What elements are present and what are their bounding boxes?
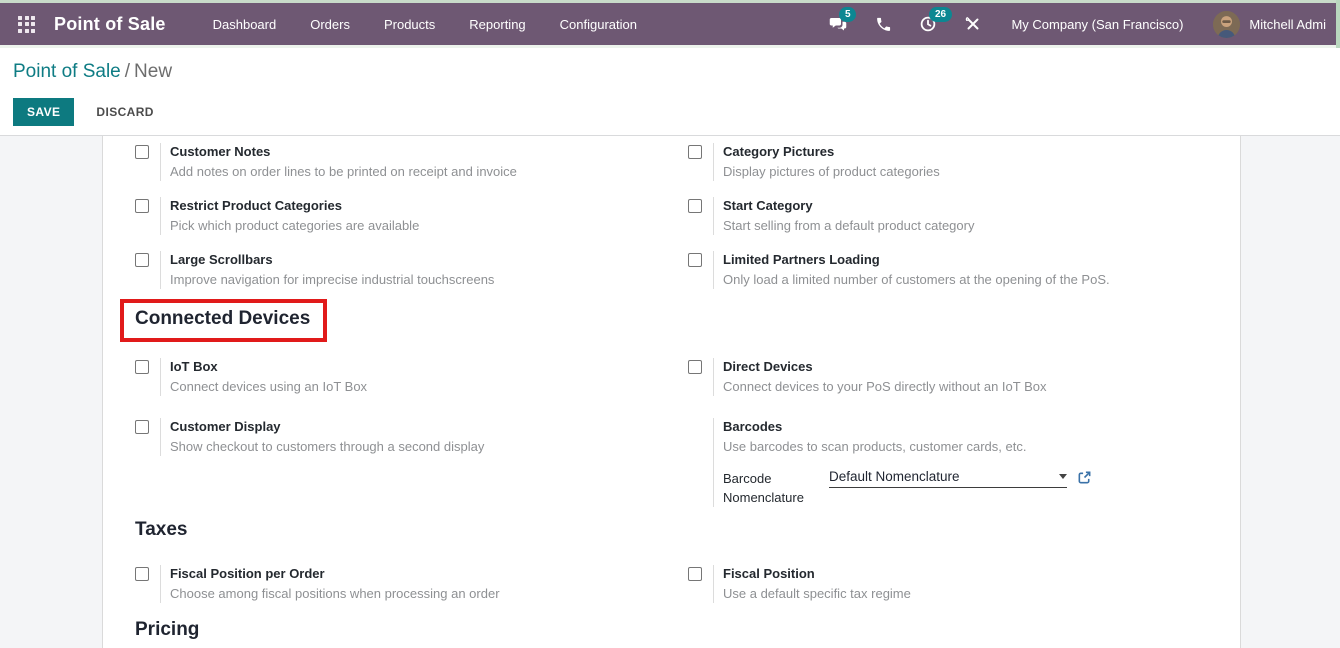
- barcode-nomenclature-select[interactable]: Default Nomenclature: [829, 469, 1067, 488]
- setting-restrict-product-categories: Restrict Product Categories Pick which p…: [135, 197, 688, 241]
- menu-reporting[interactable]: Reporting: [452, 5, 542, 44]
- limited-partners-loading-checkbox[interactable]: [688, 253, 702, 267]
- setting-large-scrollbars: Large Scrollbars Improve navigation for …: [135, 251, 688, 295]
- setting-customer-notes: Customer Notes Add notes on order lines …: [135, 143, 688, 187]
- start-category-checkbox[interactable]: [688, 199, 702, 213]
- setting-label: Limited Partners Loading: [723, 251, 1110, 269]
- setting-limited-partners-loading: Limited Partners Loading Only load a lim…: [688, 251, 1208, 295]
- apps-menu-icon[interactable]: [18, 16, 35, 33]
- menu-products[interactable]: Products: [367, 5, 452, 44]
- setting-description: Show checkout to customers through a sec…: [170, 437, 484, 456]
- setting-label: Start Category: [723, 197, 974, 215]
- setting-description: Only load a limited number of customers …: [723, 270, 1110, 289]
- tools-icon[interactable]: [963, 14, 983, 34]
- main-menu: Dashboard Orders Products Reporting Conf…: [196, 5, 654, 44]
- breadcrumb-current: New: [134, 61, 172, 82]
- setting-description: Display pictures of product categories: [723, 162, 940, 181]
- app-brand-title[interactable]: Point of Sale: [54, 14, 166, 35]
- breadcrumb: Point of Sale/New: [13, 61, 1327, 83]
- messages-count-badge: 5: [839, 7, 856, 22]
- setting-direct-devices: Direct Devices Connect devices to your P…: [688, 358, 1208, 402]
- user-name: Mitchell Admi: [1249, 17, 1326, 32]
- setting-category-pictures: Category Pictures Display pictures of pr…: [688, 143, 1208, 187]
- settings-row: IoT Box Connect devices using an IoT Box…: [135, 358, 1240, 402]
- restrict-product-categories-checkbox[interactable]: [135, 199, 149, 213]
- activity-clock-icon[interactable]: 26: [918, 14, 938, 34]
- setting-fiscal-position: Fiscal Position Use a default specific t…: [688, 565, 1208, 609]
- setting-barcodes: Barcodes Use barcodes to scan products, …: [688, 418, 1208, 507]
- messages-icon[interactable]: 5: [828, 14, 848, 34]
- section-heading-taxes: Taxes: [135, 519, 1240, 541]
- direct-devices-checkbox[interactable]: [688, 360, 702, 374]
- discard-button[interactable]: DISCARD: [82, 98, 167, 126]
- setting-description: Use a default specific tax regime: [723, 584, 911, 603]
- odoo-pos-settings-window: Point of Sale Dashboard Orders Products …: [0, 0, 1340, 648]
- systray: 5 26 My Company (: [803, 11, 1326, 38]
- setting-customer-display: Customer Display Show checkout to custom…: [135, 418, 688, 507]
- customer-display-checkbox[interactable]: [135, 420, 149, 434]
- setting-description: Pick which product categories are availa…: [170, 216, 419, 235]
- setting-start-category: Start Category Start selling from a defa…: [688, 197, 1208, 241]
- setting-label: Customer Notes: [170, 143, 517, 161]
- setting-iot-box: IoT Box Connect devices using an IoT Box: [135, 358, 688, 402]
- field-label: Barcode Nomenclature: [723, 469, 829, 507]
- setting-label: Barcodes: [723, 418, 1092, 436]
- setting-description: Add notes on order lines to be printed o…: [170, 162, 517, 181]
- setting-description: Choose among fiscal positions when proce…: [170, 584, 500, 603]
- setting-description: Use barcodes to scan products, customer …: [723, 437, 1092, 456]
- setting-fiscal-position-per-order: Fiscal Position per Order Choose among f…: [135, 565, 688, 609]
- settings-row: Customer Display Show checkout to custom…: [135, 418, 1240, 507]
- control-panel: Point of Sale/New SAVE DISCARD: [0, 48, 1340, 136]
- fiscal-position-per-order-checkbox[interactable]: [135, 567, 149, 581]
- customer-notes-checkbox[interactable]: [135, 145, 149, 159]
- company-switcher[interactable]: My Company (San Francisco): [1011, 17, 1183, 32]
- user-menu[interactable]: Mitchell Admi: [1213, 11, 1326, 38]
- activity-count-badge: 26: [929, 7, 951, 22]
- setting-description: Connect devices using an IoT Box: [170, 377, 367, 396]
- settings-row: Customer Notes Add notes on order lines …: [135, 143, 1240, 187]
- section-heading-connected-devices: Connected Devices: [135, 308, 310, 330]
- chevron-down-icon: [1059, 474, 1067, 479]
- setting-description: Improve navigation for imprecise industr…: [170, 270, 494, 289]
- breadcrumb-parent-link[interactable]: Point of Sale: [13, 61, 121, 82]
- setting-label: Customer Display: [170, 418, 484, 436]
- settings-row: Fiscal Position per Order Choose among f…: [135, 565, 1240, 609]
- setting-label: IoT Box: [170, 358, 367, 376]
- top-navbar: Point of Sale Dashboard Orders Products …: [0, 3, 1340, 45]
- breadcrumb-separator: /: [121, 61, 134, 82]
- settings-row: Large Scrollbars Improve navigation for …: [135, 251, 1240, 295]
- content-area: Customer Notes Add notes on order lines …: [0, 136, 1340, 648]
- setting-description: Connect devices to your PoS directly wit…: [723, 377, 1046, 396]
- field-value: Default Nomenclature: [829, 469, 1053, 484]
- setting-label: Fiscal Position: [723, 565, 911, 583]
- section-heading-pricing: Pricing: [135, 619, 1240, 641]
- fiscal-position-checkbox[interactable]: [688, 567, 702, 581]
- setting-label: Fiscal Position per Order: [170, 565, 500, 583]
- annotation-highlight-box: Connected Devices: [120, 299, 327, 342]
- category-pictures-checkbox[interactable]: [688, 145, 702, 159]
- setting-label: Large Scrollbars: [170, 251, 494, 269]
- setting-label: Category Pictures: [723, 143, 940, 161]
- save-button[interactable]: SAVE: [13, 98, 74, 126]
- settings-row: Restrict Product Categories Pick which p…: [135, 197, 1240, 241]
- barcode-nomenclature-field: Barcode Nomenclature Default Nomenclatur…: [723, 469, 1092, 507]
- iot-box-checkbox[interactable]: [135, 360, 149, 374]
- setting-label: Direct Devices: [723, 358, 1046, 376]
- external-link-icon[interactable]: [1077, 470, 1092, 490]
- large-scrollbars-checkbox[interactable]: [135, 253, 149, 267]
- settings-sheet: Customer Notes Add notes on order lines …: [102, 136, 1241, 648]
- menu-dashboard[interactable]: Dashboard: [196, 5, 294, 44]
- avatar: [1213, 11, 1240, 38]
- menu-configuration[interactable]: Configuration: [543, 5, 654, 44]
- phone-icon[interactable]: [873, 14, 893, 34]
- window-right-edge: [1336, 0, 1340, 48]
- menu-orders[interactable]: Orders: [293, 5, 367, 44]
- setting-description: Start selling from a default product cat…: [723, 216, 974, 235]
- setting-label: Restrict Product Categories: [170, 197, 419, 215]
- control-panel-buttons: SAVE DISCARD: [13, 98, 1327, 126]
- section-connected-devices: Connected Devices: [135, 305, 1240, 342]
